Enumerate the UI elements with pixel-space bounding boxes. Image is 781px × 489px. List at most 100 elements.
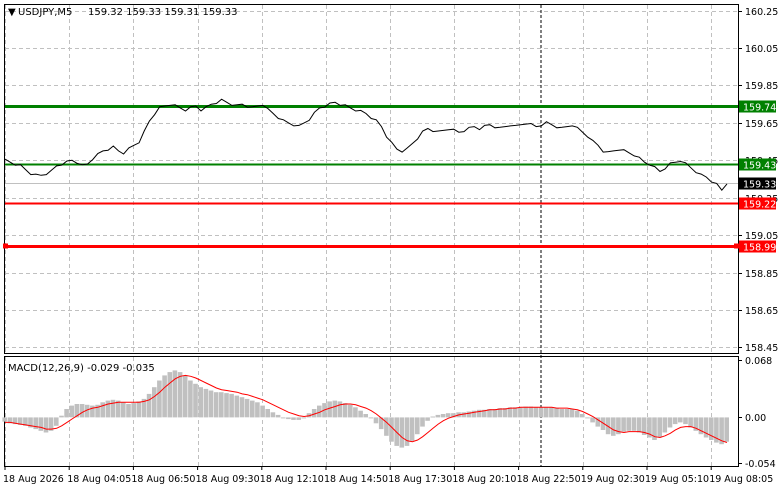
macd-bar — [580, 414, 585, 418]
macd-bar — [445, 413, 451, 418]
macd-bar — [244, 398, 250, 418]
macd-bar — [590, 417, 595, 423]
macd-bar — [662, 417, 668, 433]
macd-bar — [574, 410, 580, 418]
macd-bar — [672, 417, 678, 425]
macd-bar — [79, 404, 85, 418]
macd-bar — [291, 417, 296, 420]
macd-bar — [440, 414, 446, 418]
macd-bar — [208, 390, 214, 418]
time-tick-label: 18 Aug 12:10 — [260, 474, 324, 485]
macd-bar — [188, 380, 193, 418]
macd-bar — [239, 397, 245, 418]
macd-bar — [657, 417, 662, 438]
resistance-2-tag-label: 159.43 — [743, 161, 776, 172]
macd-axis: 0.068 0.00 -0.054 — [738, 356, 776, 470]
macd-bar — [415, 417, 420, 435]
macd-bar — [296, 417, 301, 420]
macd-bar — [683, 417, 688, 425]
time-tick-label: 18 Aug 06:50 — [131, 474, 195, 485]
macd-bar — [260, 405, 265, 418]
support-1-tag-label: 159.22 — [743, 200, 776, 211]
price-tick-label: 159.05 — [745, 231, 778, 242]
macd-bar — [219, 392, 224, 418]
macd-bar — [255, 402, 260, 418]
macd-tick-label: 0.00 — [745, 413, 766, 424]
resistance-1-tag-label: 159.74 — [743, 103, 776, 114]
macd-bar — [301, 417, 307, 419]
macd-bar — [348, 404, 353, 418]
macd-bar — [229, 393, 234, 418]
macd-bar — [270, 412, 276, 418]
macd-bar — [363, 414, 368, 418]
macd-bar — [69, 405, 75, 418]
macd-bar — [152, 387, 157, 418]
macd-bar — [430, 416, 436, 418]
macd-label: MACD(12,26,9) -0.029 -0.035 — [8, 363, 155, 374]
macd-bar — [126, 404, 131, 418]
time-tick-label: 19 Aug 08:05 — [709, 474, 773, 485]
collapse-triangle-icon[interactable]: ▼ — [8, 7, 16, 18]
macd-bar — [250, 400, 255, 418]
symbol-label: USDJPY,M5 — [18, 7, 72, 18]
macd-bar — [667, 417, 673, 428]
support-2-handle[interactable] — [734, 243, 739, 249]
chart-canvas[interactable]: 160.25160.05159.85159.65159.45159.25159.… — [0, 0, 781, 489]
macd-bar — [265, 409, 270, 418]
macd-bar — [43, 417, 49, 433]
macd-bar — [146, 393, 152, 418]
macd-bar — [203, 388, 209, 418]
macd-bar — [275, 414, 281, 418]
price-tick-label: 158.85 — [745, 269, 778, 280]
price-tick-label: 160.05 — [745, 44, 778, 55]
macd-bar — [688, 417, 693, 428]
price-panel[interactable] — [4, 4, 739, 354]
price-tick-label: 160.25 — [745, 7, 778, 18]
macd-bar — [332, 400, 338, 418]
macd-bar — [121, 402, 126, 418]
macd-bar — [327, 401, 332, 418]
time-tick-label: 18 Aug 22:50 — [517, 474, 581, 485]
time-tick-label: 18 Aug 09:30 — [196, 474, 260, 485]
macd-bar — [193, 383, 198, 418]
macd-tick-label: 0.068 — [745, 356, 772, 367]
macd-bar — [177, 372, 183, 418]
time-tick-label: 18 Aug 20:10 — [452, 474, 516, 485]
macd-tick-label: -0.054 — [745, 459, 776, 470]
macd-bar — [172, 370, 178, 418]
macd-bar — [280, 417, 286, 419]
macd-bar — [513, 407, 518, 418]
macd-bar — [533, 407, 539, 418]
macd-bar — [198, 387, 203, 418]
support-2-tag-label: 158.99 — [743, 243, 776, 254]
macd-bar — [621, 417, 626, 432]
time-axis: 18 Aug 2026 18 Aug 04:05 18 Aug 06:50 18 Au… — [3, 466, 773, 485]
ohlc-values: 159.32 159.33 159.31 159.33 — [88, 7, 238, 18]
macd-bar — [105, 400, 111, 418]
macd-bar — [626, 417, 631, 431]
support-2-handle[interactable] — [3, 243, 8, 249]
macd-bar — [100, 402, 105, 418]
macd-bar — [466, 411, 472, 418]
macd-bar — [399, 417, 405, 448]
macd-bar — [631, 417, 637, 431]
macd-bar — [2, 417, 7, 422]
macd-bar — [54, 417, 59, 426]
macd-bar — [353, 407, 358, 418]
macd-bar — [182, 375, 188, 418]
macd-bar — [409, 417, 415, 441]
macd-bar — [384, 417, 389, 436]
price-tick-label: 158.65 — [745, 306, 778, 317]
macd-bar — [38, 417, 44, 431]
time-tick-label: 18 Aug 17:30 — [388, 474, 452, 485]
macd-bar — [724, 417, 729, 442]
macd-bar — [523, 406, 528, 418]
macd-bar — [90, 405, 95, 418]
mt4-chart-window[interactable]: 160.25160.05159.85159.65159.45159.25159.… — [0, 0, 781, 489]
macd-bar — [538, 407, 544, 418]
macd-bar — [33, 417, 38, 430]
macd-bar — [286, 417, 291, 420]
macd-bar — [115, 400, 121, 418]
macd-bar — [549, 407, 554, 418]
time-tick-label: 18 Aug 2026 — [3, 474, 64, 485]
